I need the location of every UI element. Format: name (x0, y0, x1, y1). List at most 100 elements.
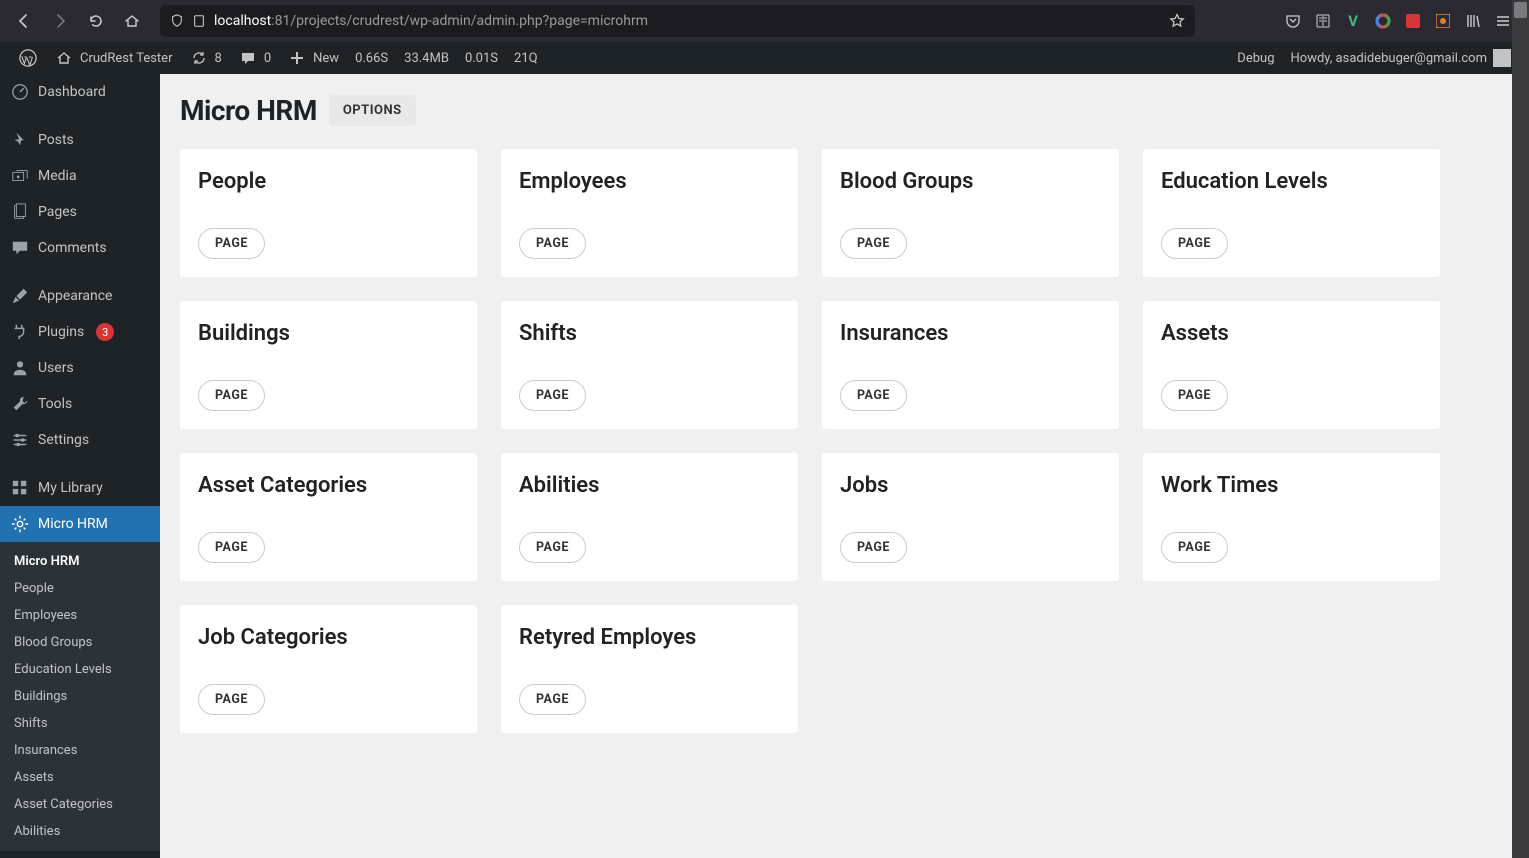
reload-button[interactable] (82, 7, 110, 35)
card-page-button[interactable]: PAGE (840, 532, 907, 563)
card-page-button[interactable]: PAGE (1161, 532, 1228, 563)
menu-pages[interactable]: Pages (0, 194, 160, 230)
card-title: Shifts (519, 321, 780, 346)
perf-db[interactable]: 0.01S (457, 42, 506, 74)
wrench-icon (10, 394, 30, 414)
card-title: People (198, 169, 459, 194)
card-title: Job Categories (198, 625, 459, 650)
star-icon (1169, 13, 1185, 29)
card-page-button[interactable]: PAGE (519, 228, 586, 259)
menu-tools[interactable]: Tools (0, 386, 160, 422)
extension-circle-icon[interactable] (1373, 11, 1393, 31)
submenu-item[interactable]: Asset Categories (0, 791, 160, 818)
card: Blood GroupsPAGE (822, 149, 1119, 277)
submenu-item[interactable]: Employees (0, 602, 160, 629)
dashboard-icon (10, 82, 30, 102)
media-icon (10, 166, 30, 186)
site-name-link[interactable]: CrudRest Tester (46, 42, 181, 74)
plugins-badge: 3 (96, 323, 114, 341)
card-page-button[interactable]: PAGE (1161, 380, 1228, 411)
card-title: Assets (1161, 321, 1422, 346)
options-button[interactable]: OPTIONS (329, 95, 416, 126)
wp-logo[interactable] (10, 42, 46, 74)
debug-link[interactable]: Debug (1229, 42, 1282, 74)
extension-orange-icon[interactable] (1433, 11, 1453, 31)
card-page-button[interactable]: PAGE (519, 532, 586, 563)
card-grid: PeoplePAGEEmployeesPAGEBlood GroupsPAGEE… (180, 149, 1440, 733)
url-text: localhost:81/projects/crudrest/wp-admin/… (214, 13, 648, 29)
menu-posts[interactable]: Posts (0, 122, 160, 158)
submenu-item[interactable]: Shifts (0, 710, 160, 737)
card-page-button[interactable]: PAGE (840, 228, 907, 259)
vue-devtools-icon[interactable]: V (1343, 11, 1363, 31)
submenu-item[interactable]: Buildings (0, 683, 160, 710)
page-icon (10, 202, 30, 222)
grid-icon (10, 478, 30, 498)
submenu-item[interactable]: Blood Groups (0, 629, 160, 656)
extension-red-icon[interactable] (1403, 11, 1423, 31)
shield-icon (170, 14, 184, 28)
card: Shifts PAGE (501, 301, 798, 429)
page-scrollbar[interactable] (1512, 0, 1529, 858)
menu-my-library[interactable]: My Library (0, 470, 160, 506)
card-title: Buildings (198, 321, 459, 346)
new-link[interactable]: New (279, 42, 347, 74)
submenu-micro-hrm: Micro HRMPeopleEmployeesBlood GroupsEduc… (0, 542, 160, 851)
updates-count: 8 (215, 51, 222, 66)
card: JobsPAGE (822, 453, 1119, 581)
bookmark-button[interactable] (1169, 13, 1185, 29)
perf-mem[interactable]: 33.4MB (396, 42, 457, 74)
submenu-item[interactable]: Abilities (0, 818, 160, 845)
comment-icon (238, 48, 258, 68)
scrollbar-thumb[interactable] (1514, 2, 1527, 18)
card-page-button[interactable]: PAGE (198, 684, 265, 715)
home-button[interactable] (118, 7, 146, 35)
perf-queries[interactable]: 21Q (506, 42, 546, 74)
card: Education LevelsPAGE (1143, 149, 1440, 277)
card-page-button[interactable]: PAGE (198, 228, 265, 259)
card-title: Work Times (1161, 473, 1422, 498)
update-icon (189, 48, 209, 68)
submenu-item[interactable]: Education Levels (0, 656, 160, 683)
page-title: Micro HRM (180, 94, 317, 127)
card: Retyred EmployesPAGE (501, 605, 798, 733)
submenu-item[interactable]: Insurances (0, 737, 160, 764)
menu-comments[interactable]: Comments (0, 230, 160, 266)
menu-users[interactable]: Users (0, 350, 160, 386)
browser-extensions: V (1283, 11, 1519, 31)
user-icon (10, 358, 30, 378)
card-page-button[interactable]: PAGE (519, 684, 586, 715)
url-bar[interactable]: localhost:81/projects/crudrest/wp-admin/… (160, 5, 1195, 37)
card-page-button[interactable]: PAGE (840, 380, 907, 411)
card-page-button[interactable]: PAGE (1161, 228, 1228, 259)
pin-icon (10, 130, 30, 150)
card-page-button[interactable]: PAGE (198, 532, 265, 563)
account-link[interactable]: Howdy, asadidebuger@gmail.com (1283, 42, 1520, 74)
submenu-item[interactable]: Micro HRM (0, 548, 160, 575)
brush-icon (10, 286, 30, 306)
menu-plugins[interactable]: Plugins3 (0, 314, 160, 350)
library-icon[interactable] (1463, 11, 1483, 31)
submenu-item[interactable]: Assets (0, 764, 160, 791)
menu-micro-hrm[interactable]: Micro HRM (0, 506, 160, 542)
updates-link[interactable]: 8 (181, 42, 230, 74)
reload-icon (88, 13, 104, 29)
menu-button[interactable] (1493, 11, 1513, 31)
pocket-icon[interactable] (1283, 11, 1303, 31)
menu-media[interactable]: Media (0, 158, 160, 194)
comment-icon (10, 238, 30, 258)
submenu-item[interactable]: People (0, 575, 160, 602)
hamburger-icon (1495, 13, 1511, 29)
card-page-button[interactable]: PAGE (198, 380, 265, 411)
menu-appearance[interactable]: Appearance (0, 278, 160, 314)
menu-dashboard[interactable]: Dashboard (0, 74, 160, 110)
avatar (1493, 49, 1511, 67)
perf-time[interactable]: 0.66S (347, 42, 396, 74)
reader-icon[interactable] (1313, 11, 1333, 31)
forward-button[interactable] (46, 7, 74, 35)
comments-link[interactable]: 0 (230, 42, 279, 74)
card: Work Times PAGE (1143, 453, 1440, 581)
card-page-button[interactable]: PAGE (519, 380, 586, 411)
menu-settings[interactable]: Settings (0, 422, 160, 458)
back-button[interactable] (10, 7, 38, 35)
